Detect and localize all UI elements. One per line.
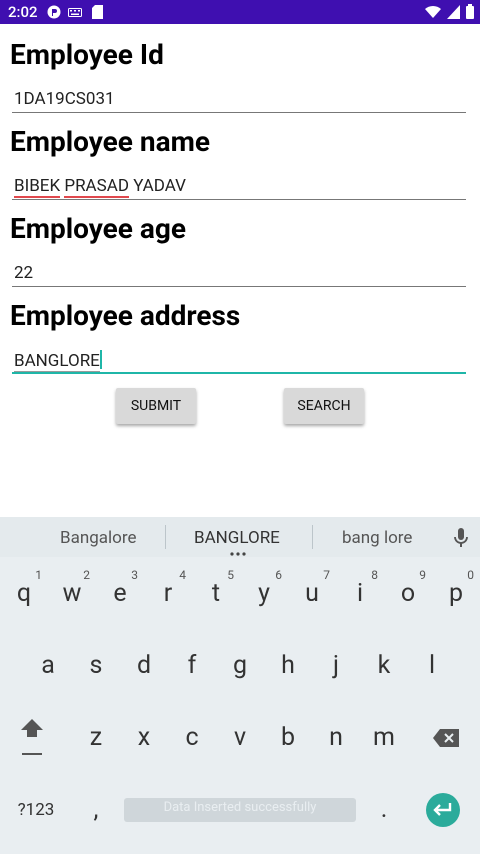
field-underline [12,199,466,200]
wifi-icon [425,5,441,18]
suggestion-divider [165,525,166,549]
employee-age-label: Employee age [10,212,186,245]
key-label: p [448,579,464,608]
key-label: r [163,579,173,608]
key-e[interactable]: 3e [96,563,144,625]
key-u[interactable]: 7u [288,563,336,625]
name-last-word: YADAV [133,176,186,196]
key-n[interactable]: n [312,707,360,769]
employee-id-label: Employee Id [10,38,164,71]
suggestion-left[interactable]: Bangalore [60,528,136,548]
key-d[interactable]: d [120,635,168,697]
key-m[interactable]: m [360,707,408,769]
employee-address-value: BANGLORE [14,350,102,372]
key-b[interactable]: b [264,707,312,769]
key-v[interactable]: v [216,707,264,769]
key-label: i [356,579,364,608]
comma-key[interactable]: , [72,779,120,841]
period-key[interactable]: . [360,779,408,841]
address-word: BANGLORE [14,351,100,372]
key-hint: 3 [131,568,138,582]
suggestion-right[interactable]: bang lore [342,528,412,548]
name-first-word: BIBEK [14,176,61,198]
key-hint: 5 [227,568,234,582]
key-i[interactable]: 8i [336,563,384,625]
keyboard-notification-icon [68,8,82,17]
field-underline [12,286,466,287]
enter-key[interactable] [426,793,460,827]
toast-message: Data Inserted successfully [124,798,356,822]
key-label: o [400,579,416,608]
key-label: u [305,579,319,608]
app-notification-icon [47,5,61,19]
signal-icon [447,4,460,19]
status-bar: 2:02 [0,0,480,24]
battery-icon [466,4,474,19]
key-o[interactable]: 9o [384,563,432,625]
key-a[interactable]: a [24,635,72,697]
backspace-icon [433,729,459,747]
employee-id-value: 1DA19CS031 [14,89,115,109]
enter-icon [433,803,452,816]
search-button[interactable]: SEARCH [284,388,364,424]
employee-name-label: Employee name [10,125,210,158]
key-c[interactable]: c [168,707,216,769]
sd-card-icon [92,5,103,19]
key-label: t [211,579,221,608]
key-w[interactable]: 2w [48,563,96,625]
key-hint: 9 [419,568,426,582]
key-label: y [258,579,270,608]
shift-key[interactable] [8,707,56,769]
key-hint: 6 [275,568,282,582]
suggestion-center[interactable]: BANGLORE [194,528,280,548]
employee-name-value: BIBEK PRASAD YADAV [14,176,186,198]
status-time: 2:02 [8,3,38,21]
key-hint: 4 [179,568,186,582]
employee-name-field[interactable]: BIBEK PRASAD YADAV [12,170,466,200]
employee-age-field[interactable]: 22 [12,257,466,287]
field-underline-focused [12,372,466,374]
key-x[interactable]: x [120,707,168,769]
shift-icon [21,719,43,755]
key-label: w [62,579,82,608]
key-q[interactable]: 1q [0,563,48,625]
employee-age-value: 22 [14,263,34,283]
key-j[interactable]: j [312,635,360,697]
employee-address-field[interactable]: BANGLORE [12,344,466,374]
key-t[interactable]: 5t [192,563,240,625]
key-r[interactable]: 4r [144,563,192,625]
key-s[interactable]: s [72,635,120,697]
key-f[interactable]: f [168,635,216,697]
employee-id-field[interactable]: 1DA19CS031 [12,83,466,113]
key-hint: 0 [467,568,474,582]
employee-address-label: Employee address [10,299,241,332]
key-g[interactable]: g [216,635,264,697]
text-cursor [99,350,102,369]
name-middle-word: PRASAD [64,176,129,198]
key-hint: 2 [83,568,90,582]
suggestion-strip: Bangalore BANGLORE bang lore [0,517,480,557]
backspace-key[interactable] [422,707,470,769]
key-hint: 8 [371,568,378,582]
submit-button[interactable]: SUBMIT [116,388,196,424]
key-h[interactable]: h [264,635,312,697]
key-k[interactable]: k [360,635,408,697]
key-z[interactable]: z [72,707,120,769]
more-suggestions-icon[interactable] [230,552,246,556]
field-underline [12,112,466,113]
key-p[interactable]: 0p [432,563,480,625]
key-hint: 7 [323,568,330,582]
symbols-key[interactable]: ?123 [8,779,64,841]
key-hint: 1 [35,568,42,582]
soft-keyboard: Bangalore BANGLORE bang lore 1q 2w 3e 4r… [0,517,480,854]
suggestion-divider [312,525,313,549]
microphone-icon[interactable] [453,528,469,548]
key-l[interactable]: l [408,635,456,697]
key-y[interactable]: 6y [240,563,288,625]
key-label: q [16,579,32,608]
key-label: e [113,579,127,608]
